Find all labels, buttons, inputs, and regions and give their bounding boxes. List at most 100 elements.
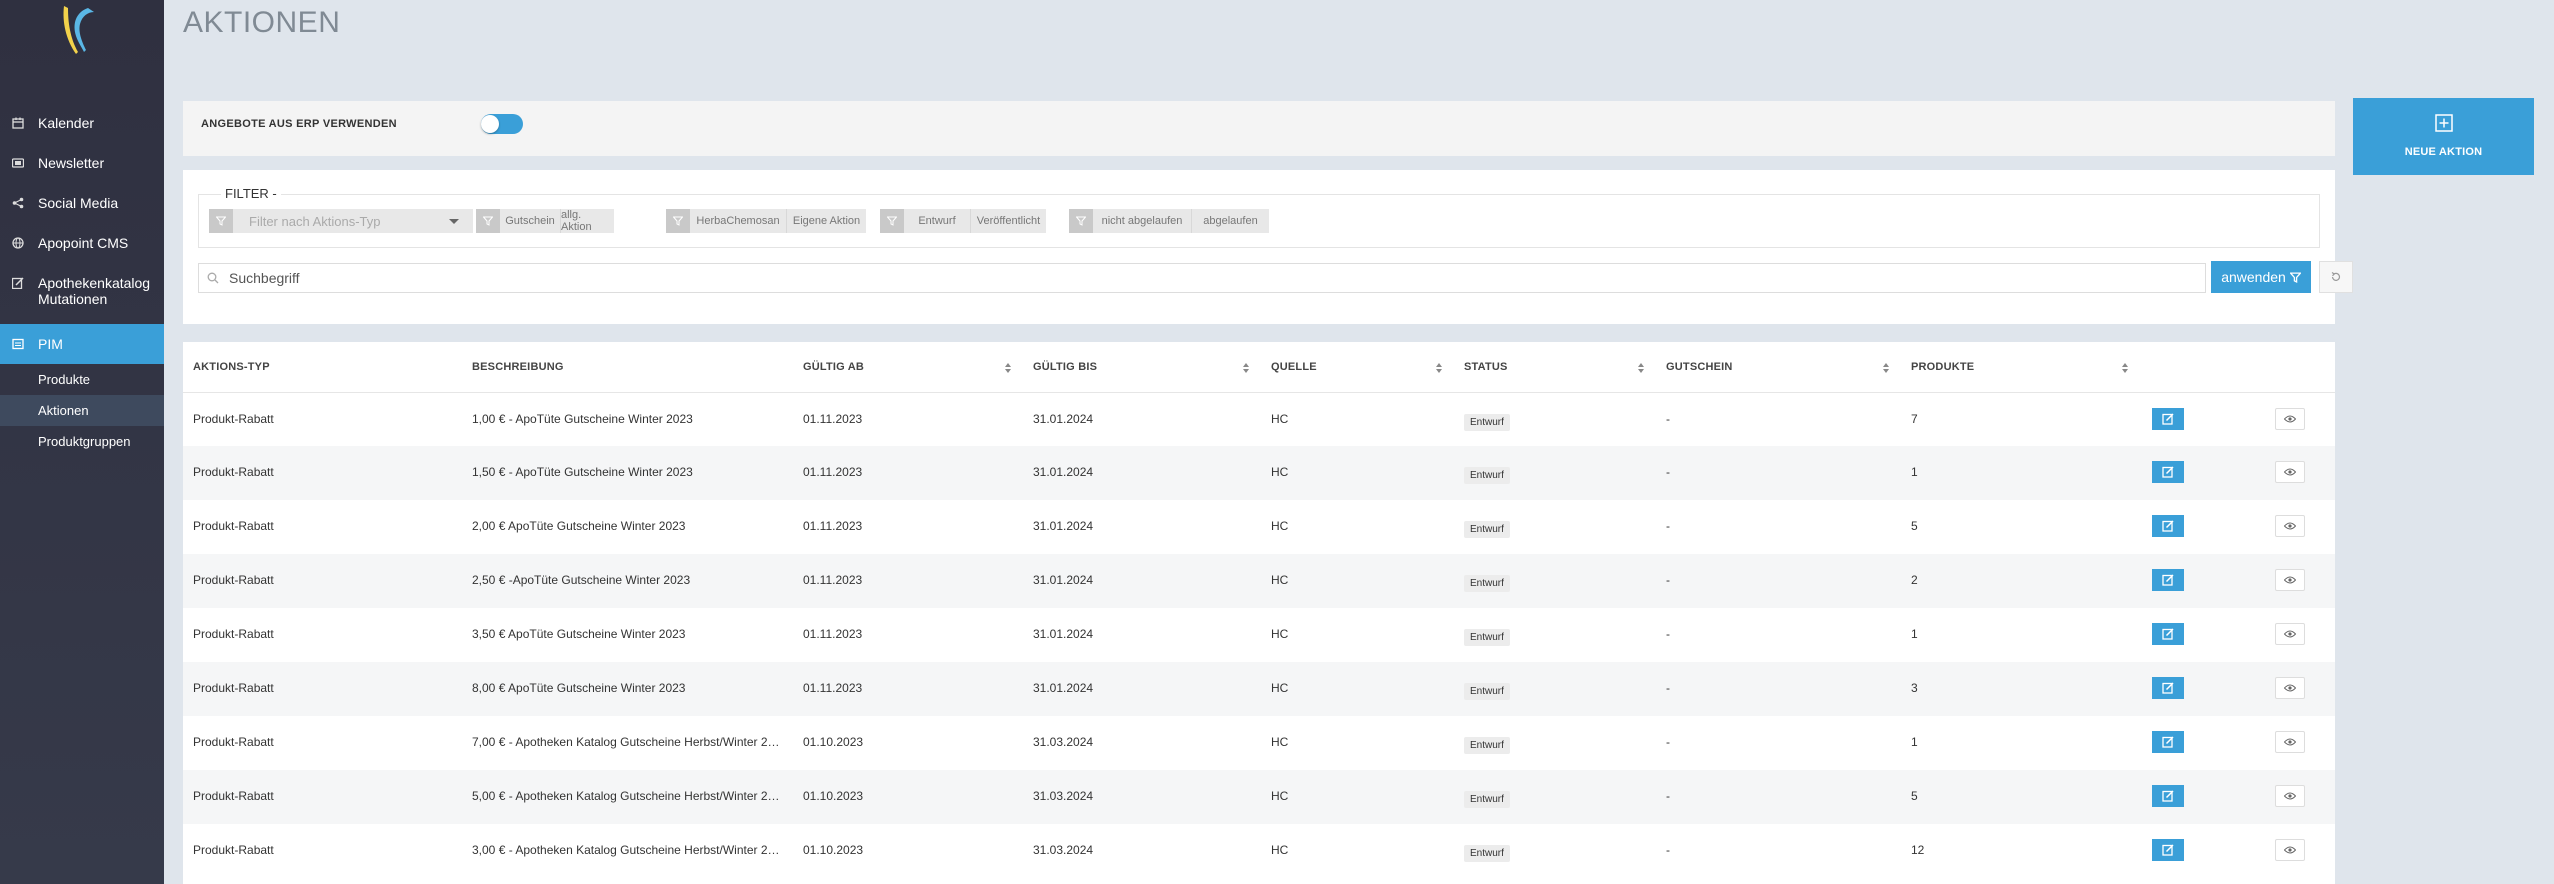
sort-icon[interactable] (1638, 363, 1644, 373)
view-button[interactable] (2275, 407, 2305, 430)
sidebar-subitem-produkte[interactable]: Produkte (0, 364, 164, 395)
status-badge: Entwurf (1464, 575, 1510, 592)
sidebar-item-apothekenkatalog[interactable]: Apothekenkatalog Mutationen (0, 268, 164, 324)
cell-view (2275, 392, 2335, 446)
filter-legend: FILTER - (221, 186, 281, 201)
search-input[interactable] (229, 264, 2189, 292)
cell-beschreibung: 5,00 € - Apotheken Katalog Gutscheine He… (462, 770, 793, 824)
eye-icon (2284, 792, 2296, 800)
column-header-aktions-typ[interactable]: AKTIONS-TYP (183, 342, 462, 393)
table-row[interactable]: Produkt-Rabatt 1,50 € - ApoTüte Gutschein… (183, 446, 2335, 500)
column-header-produkte[interactable]: PRODUKTE (1901, 342, 2140, 393)
sort-icon[interactable] (1005, 363, 1011, 373)
table-row[interactable]: Produkt-Rabatt 2,00 € ApoTüte Gutscheine … (183, 500, 2335, 554)
cell-typ: Produkt-Rabatt (183, 392, 462, 446)
table-row[interactable]: Produkt-Rabatt 5,00 € - Apotheken Katalog… (183, 770, 2335, 824)
view-button[interactable] (2275, 839, 2305, 861)
funnel-icon (2289, 271, 2301, 283)
cell-produkte: 3 (1901, 662, 2140, 716)
filter-option-gutschein[interactable]: Gutschein (500, 209, 560, 233)
edit-button[interactable] (2152, 623, 2184, 645)
table-row[interactable]: Produkt-Rabatt 3,00 € - Apotheken Katalog… (183, 824, 2335, 878)
column-header-gueltig-bis[interactable]: GÜLTIG BIS (1023, 342, 1261, 393)
filter-option-herbachemosan[interactable]: HerbaChemosan (690, 209, 786, 233)
filter-option-allg-aktion[interactable]: allg. Aktion (560, 209, 614, 233)
reset-filter-button[interactable] (2319, 261, 2353, 293)
sidebar-nav: Kalender Newsletter Social Media Apopoin… (0, 108, 164, 457)
sidebar-item-social-media[interactable]: Social Media (0, 188, 164, 228)
cell-ab: 01.11.2023 (793, 500, 1023, 554)
edit-icon (2162, 628, 2174, 640)
sidebar-subitem-produktgruppen[interactable]: Produktgruppen (0, 426, 164, 457)
view-button[interactable] (2275, 731, 2305, 753)
view-button[interactable] (2275, 677, 2305, 699)
eye-icon (2284, 684, 2296, 692)
search-icon (207, 272, 219, 284)
cell-status: Entwurf (1454, 662, 1656, 716)
column-header-beschreibung[interactable]: BESCHREIBUNG (462, 342, 793, 393)
sidebar-item-newsletter[interactable]: Newsletter (0, 148, 164, 188)
status-badge: Entwurf (1464, 521, 1510, 538)
edit-button[interactable] (2152, 677, 2184, 699)
filter-fieldset: FILTER - Filter nach Aktions-Typ Gutsche… (198, 186, 2320, 248)
eye-icon (2284, 522, 2296, 530)
sidebar-item-label: Social Media (38, 195, 119, 211)
filter-option-nicht-abgelaufen[interactable]: nicht abgelaufen (1093, 209, 1191, 233)
status-badge: Entwurf (1464, 737, 1510, 754)
edit-button[interactable] (2152, 569, 2184, 591)
table-row[interactable]: Produkt-Rabatt 3,50 € ApoTüte Gutscheine … (183, 608, 2335, 662)
table-row[interactable]: Produkt-Rabatt 2,50 € -ApoTüte Gutscheine… (183, 554, 2335, 608)
filter-option-entwurf[interactable]: Entwurf (904, 209, 970, 233)
apply-filter-button[interactable]: anwenden (2211, 261, 2311, 293)
erp-toggle[interactable] (481, 114, 523, 134)
filter-group-quelle: HerbaChemosan Eigene Aktion (666, 209, 866, 233)
cell-ab: 01.10.2023 (793, 824, 1023, 878)
sort-icon[interactable] (1243, 363, 1249, 373)
view-button[interactable] (2275, 623, 2305, 645)
status-badge: Entwurf (1464, 683, 1510, 700)
edit-icon (10, 275, 26, 291)
edit-button[interactable] (2152, 515, 2184, 537)
cell-edit (2140, 824, 2275, 878)
cell-gutschein: - (1656, 608, 1901, 662)
view-button[interactable] (2275, 515, 2305, 537)
eye-icon (2284, 630, 2296, 638)
table-row[interactable]: Produkt-Rabatt 7,00 € - Apotheken Katalog… (183, 716, 2335, 770)
table-row[interactable]: Produkt-Rabatt 8,00 € ApoTüte Gutscheine … (183, 662, 2335, 716)
edit-icon (2162, 412, 2174, 425)
sidebar-subitem-aktionen[interactable]: Aktionen (0, 395, 164, 426)
filter-option-abgelaufen[interactable]: abgelaufen (1191, 209, 1269, 233)
cell-typ: Produkt-Rabatt (183, 716, 462, 770)
view-button[interactable] (2275, 461, 2305, 483)
filter-option-veroeffentlicht[interactable]: Veröffentlicht (970, 209, 1046, 233)
edit-button[interactable] (2152, 461, 2184, 483)
new-action-button[interactable]: NEUE AKTION (2353, 98, 2534, 175)
column-header-gutschein[interactable]: GUTSCHEIN (1656, 342, 1901, 393)
sidebar-item-apopoint-cms[interactable]: Apopoint CMS (0, 228, 164, 268)
filter-group-art: Gutschein allg. Aktion (476, 209, 614, 233)
edit-button[interactable] (2152, 785, 2184, 807)
column-header-quelle[interactable]: QUELLE (1261, 342, 1454, 393)
filter-type-select[interactable]: Filter nach Aktions-Typ (233, 209, 473, 233)
column-header-label: PRODUKTE (1911, 360, 1975, 373)
view-button[interactable] (2275, 785, 2305, 807)
sidebar-item-kalender[interactable]: Kalender (0, 108, 164, 148)
cell-view (2275, 662, 2335, 716)
edit-button[interactable] (2152, 407, 2184, 430)
column-header-status[interactable]: STATUS (1454, 342, 1656, 393)
filter-panel: FILTER - Filter nach Aktions-Typ Gutsche… (183, 170, 2353, 324)
sidebar-item-pim[interactable]: PIM (0, 324, 164, 364)
table-row[interactable]: Produkt-Rabatt 1,00 € - ApoTüte Gutschein… (183, 392, 2335, 446)
edit-button[interactable] (2152, 731, 2184, 753)
globe-icon (10, 235, 26, 251)
filter-option-eigene-aktion[interactable]: Eigene Aktion (786, 209, 866, 233)
sort-icon[interactable] (1436, 363, 1442, 373)
view-button[interactable] (2275, 569, 2305, 591)
sort-icon[interactable] (2122, 363, 2128, 373)
sort-icon[interactable] (1883, 363, 1889, 373)
edit-icon (2162, 736, 2174, 748)
edit-button[interactable] (2152, 839, 2184, 861)
cell-typ: Produkt-Rabatt (183, 554, 462, 608)
column-header-gueltig-ab[interactable]: GÜLTIG AB (793, 342, 1023, 393)
sidebar-item-label: Apothekenkatalog Mutationen (38, 275, 151, 307)
